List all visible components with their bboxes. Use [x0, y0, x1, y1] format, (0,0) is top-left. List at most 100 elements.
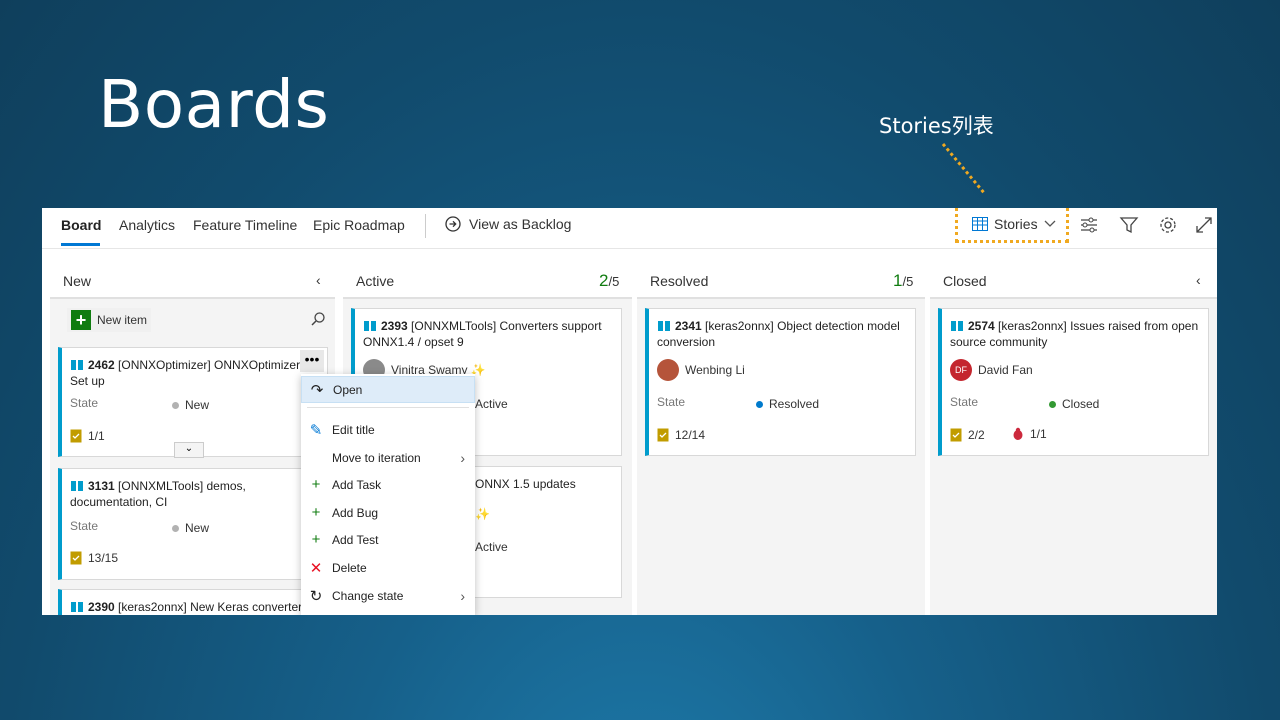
- collapse-column-icon[interactable]: ‹: [1196, 272, 1201, 288]
- card-title[interactable]: [keras2onnx] Issues raised from open: [998, 319, 1198, 333]
- menu-item-change-state[interactable]: ↻ Change state ›: [301, 582, 475, 609]
- card-title-cont: source community: [950, 335, 1048, 349]
- state-label: State: [70, 396, 99, 410]
- column-header-closed: Closed ‹: [930, 249, 1217, 299]
- card-title[interactable]: [keras2onnx] Object detection model: [705, 319, 900, 333]
- plus-icon: +: [311, 504, 321, 521]
- menu-item-add-task[interactable]: + Add Task: [301, 471, 475, 498]
- card-title-cont: Set up: [70, 374, 105, 388]
- task-progress: 1/1: [70, 428, 105, 443]
- column-title: Closed: [943, 273, 987, 289]
- open-icon: ↷: [310, 381, 324, 399]
- chevron-right-icon: ›: [460, 449, 465, 466]
- user-story-icon: [951, 321, 963, 331]
- bug-count: 1/1: [1012, 427, 1047, 441]
- pencil-icon: ✎: [309, 421, 323, 439]
- delete-icon: ✕: [309, 559, 323, 577]
- gear-icon[interactable]: [1158, 215, 1178, 235]
- more-actions-icon[interactable]: •••: [300, 350, 324, 372]
- toolbar-divider: [425, 214, 426, 238]
- column-resolved: Resolved 1/5 2341 [keras2onnx] Object de…: [637, 249, 925, 615]
- tab-analytics[interactable]: Analytics: [119, 217, 175, 233]
- task-progress: 2/2: [950, 427, 985, 442]
- card-title[interactable]: [ONNXOptimizer] ONNXOptimizer: [118, 358, 300, 372]
- column-new: New ‹ + New item 2462 [ONNXOptimizer] ON…: [50, 249, 335, 615]
- user-story-icon: [71, 360, 83, 370]
- card-title[interactable]: [ONNXMLTools] Converters support: [411, 319, 602, 333]
- view-as-backlog-button[interactable]: View as Backlog: [445, 216, 571, 232]
- state-value[interactable]: Resolved: [756, 397, 819, 411]
- menu-divider: [307, 407, 469, 408]
- card-title[interactable]: [ONNXMLTools] demos,: [118, 479, 246, 493]
- state-label: State: [950, 395, 979, 409]
- tab-epic-roadmap[interactable]: Epic Roadmap: [313, 217, 405, 233]
- state-value[interactable]: Active: [475, 397, 508, 411]
- menu-item-add-bug[interactable]: + Add Bug: [301, 499, 475, 526]
- task-progress: 12/14: [657, 427, 705, 442]
- tab-board[interactable]: Board: [61, 217, 101, 233]
- card-title[interactable]: [keras2onnx] New Keras converter: [118, 600, 302, 614]
- menu-item-add-test[interactable]: + Add Test: [301, 526, 475, 553]
- card-id: 2341: [675, 319, 702, 333]
- expand-icon[interactable]: [1194, 215, 1214, 235]
- wip-count: 1/5: [893, 271, 914, 290]
- expand-card-icon[interactable]: ⌄: [174, 442, 204, 458]
- collapse-column-icon[interactable]: ‹: [316, 272, 321, 288]
- active-tab-indicator: [61, 243, 100, 246]
- column-title: Active: [356, 273, 395, 289]
- work-item-card-2390[interactable]: 2390 [keras2onnx] New Keras converter: [58, 589, 328, 615]
- card-id: 2462: [88, 358, 115, 372]
- state-value[interactable]: New: [172, 398, 209, 412]
- assignee[interactable]: DF David Fan: [950, 359, 1033, 381]
- user-story-icon: [71, 602, 83, 612]
- column-title: Resolved: [650, 273, 709, 289]
- card-id: 2393: [381, 319, 408, 333]
- search-icon[interactable]: [310, 311, 326, 327]
- work-item-card-3131[interactable]: 3131 [ONNXMLTools] demos, documentation,…: [58, 468, 328, 580]
- board-toolbar: Board Analytics Feature Timeline Epic Ro…: [42, 208, 1217, 249]
- card-id: 2390: [88, 600, 115, 614]
- avatar: [657, 359, 679, 381]
- tab-feature-timeline[interactable]: Feature Timeline: [193, 217, 297, 233]
- card-id: 2574: [968, 319, 995, 333]
- card-title-cont: documentation, CI: [70, 495, 168, 509]
- callout-highlight-box: [955, 208, 1069, 243]
- work-item-card-2574[interactable]: 2574 [keras2onnx] Issues raised from ope…: [938, 308, 1209, 456]
- card-title-cont: ONNX1.4 / opset 9: [363, 335, 464, 349]
- menu-item-open[interactable]: ↷ Open: [301, 376, 475, 403]
- work-item-card-2341[interactable]: 2341 [keras2onnx] Object detection model…: [645, 308, 916, 456]
- assignee: ✨: [475, 507, 490, 521]
- settings-sliders-icon[interactable]: [1079, 215, 1099, 235]
- arrow-circle-icon: [445, 216, 461, 232]
- menu-item-move-to-iteration[interactable]: Move to iteration ›: [301, 444, 475, 471]
- menu-item-delete[interactable]: ✕ Delete: [301, 554, 475, 581]
- task-progress: 13/15: [70, 550, 118, 565]
- column-title: New: [63, 273, 92, 289]
- new-item-button[interactable]: + New item: [67, 308, 152, 332]
- card-context-menu: ↷ Open ✎ Edit title Move to iteration › + Ad…: [301, 374, 475, 615]
- card-title[interactable]: ONNX 1.5 updates: [475, 476, 613, 492]
- callout-label: Stories列表: [879, 114, 994, 138]
- work-item-card-2462[interactable]: 2462 [ONNXOptimizer] ONNXOptimizer Set u…: [58, 347, 328, 458]
- state-label: State: [70, 519, 99, 533]
- state-value[interactable]: Closed: [1049, 397, 1099, 411]
- user-story-icon: [364, 321, 376, 331]
- plus-icon: +: [71, 310, 91, 330]
- bug-icon: [1013, 427, 1023, 440]
- clipboard-icon: [657, 428, 669, 442]
- filter-icon[interactable]: [1119, 215, 1139, 235]
- card-title-cont: conversion: [657, 335, 716, 349]
- state-value[interactable]: Active: [475, 540, 508, 554]
- clipboard-icon: [950, 428, 962, 442]
- menu-item-edit-title[interactable]: ✎ Edit title: [301, 416, 475, 443]
- state-value[interactable]: New: [172, 521, 209, 535]
- clipboard-icon: [70, 551, 82, 565]
- user-story-icon: [71, 481, 83, 491]
- plus-icon: +: [311, 531, 321, 548]
- column-header-resolved: Resolved 1/5: [637, 249, 925, 299]
- user-story-icon: [658, 321, 670, 331]
- refresh-icon: ↻: [309, 587, 323, 605]
- column-header-active: Active 2/5: [343, 249, 632, 299]
- avatar: DF: [950, 359, 972, 381]
- assignee[interactable]: Wenbing Li: [657, 359, 745, 381]
